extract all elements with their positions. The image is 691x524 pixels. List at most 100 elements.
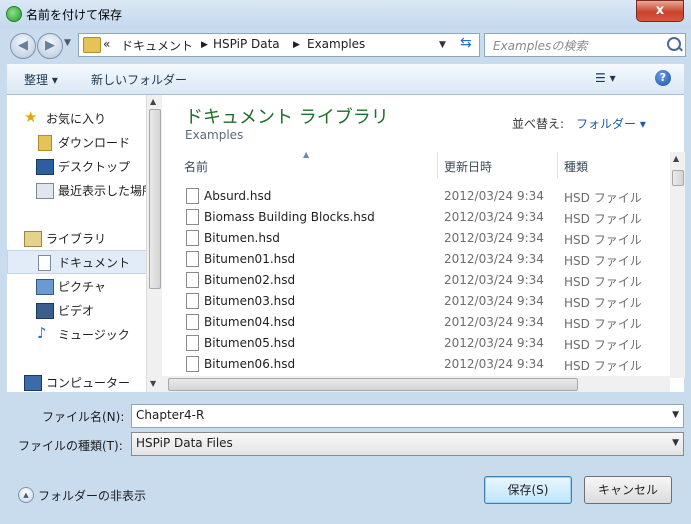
file-icon: [186, 272, 199, 288]
file-icon: [186, 230, 199, 246]
video-icon: [36, 303, 54, 319]
sort-dropdown[interactable]: フォルダー ▾: [576, 115, 646, 132]
file-type: HSD ファイル: [564, 296, 642, 310]
filename-dropdown-icon[interactable]: ▼: [672, 410, 679, 420]
save-button[interactable]: 保存(S): [484, 476, 572, 504]
breadcrumb-documents[interactable]: ドキュメント: [121, 37, 193, 54]
scroll-thumb[interactable]: [672, 170, 684, 186]
filename-input[interactable]: Chapter4-R ▼: [131, 404, 684, 428]
file-row[interactable]: Bitumen02.hsd 2012/03/24 9:34 HSD ファイル: [182, 270, 670, 291]
file-icon: [186, 209, 199, 225]
library-title: ドキュメント ライブラリ: [185, 107, 389, 128]
breadcrumb-hspip-data[interactable]: HSPiP Data: [213, 37, 280, 51]
filetype-dropdown-icon[interactable]: ▼: [672, 438, 679, 448]
file-name: Bitumen04.hsd: [204, 315, 296, 329]
music-icon: ♪: [37, 324, 47, 342]
navigation-scrollbar[interactable]: ▲ ▼: [146, 95, 162, 392]
file-type: HSD ファイル: [564, 254, 642, 268]
title-bar: 名前を付けて保存 x: [0, 0, 691, 28]
back-button[interactable]: ◀: [10, 33, 36, 59]
file-row[interactable]: Bitumen05.hsd 2012/03/24 9:34 HSD ファイル: [182, 333, 670, 354]
file-row[interactable]: Biomass Building Blocks.hsd 2012/03/24 9…: [182, 207, 670, 228]
column-divider[interactable]: [557, 152, 558, 178]
column-header-type[interactable]: 種類: [564, 158, 588, 178]
scroll-thumb[interactable]: [168, 378, 578, 391]
file-date: 2012/03/24 9:34: [444, 273, 544, 287]
scroll-thumb[interactable]: [149, 109, 161, 289]
window-title: 名前を付けて保存: [26, 8, 123, 22]
help-icon[interactable]: ?: [655, 70, 671, 86]
file-type: HSD ファイル: [564, 359, 642, 373]
sort-label: 並べ替え:: [512, 117, 565, 131]
file-type: HSD ファイル: [564, 338, 642, 352]
collapse-chevron-icon[interactable]: ▲: [18, 487, 34, 503]
cancel-button[interactable]: キャンセル: [584, 476, 672, 504]
filetype-label: ファイルの種類(T):: [18, 439, 123, 453]
file-row[interactable]: Bitumen01.hsd 2012/03/24 9:34 HSD ファイル: [182, 249, 670, 270]
file-icon: [186, 335, 199, 351]
back-arrow-icon: ◀: [18, 38, 28, 53]
column-header-name[interactable]: 名前: [184, 158, 208, 178]
file-name: Absurd.hsd: [204, 189, 272, 203]
picture-icon: [36, 279, 54, 295]
breadcrumb-separator-icon[interactable]: ▶: [201, 40, 208, 50]
star-icon: ★: [24, 108, 38, 126]
folder-icon: [38, 135, 52, 151]
file-type: HSD ファイル: [564, 233, 642, 247]
file-row[interactable]: Bitumen.hsd 2012/03/24 9:34 HSD ファイル: [182, 228, 670, 249]
file-icon: [186, 356, 199, 372]
file-date: 2012/03/24 9:34: [444, 252, 544, 266]
search-placeholder: Examplesの検索: [493, 39, 588, 53]
filename-value: Chapter4-R: [136, 408, 205, 422]
search-box[interactable]: Examplesの検索: [484, 33, 686, 57]
library-icon: [24, 231, 42, 247]
file-name: Bitumen05.hsd: [204, 336, 296, 350]
file-date: 2012/03/24 9:34: [444, 210, 544, 224]
file-row[interactable]: Bitumen04.hsd 2012/03/24 9:34 HSD ファイル: [182, 312, 670, 333]
new-folder-button[interactable]: 新しいフォルダー: [91, 71, 187, 88]
app-icon: [6, 6, 22, 22]
filetype-select[interactable]: HSPiP Data Files ▼: [131, 432, 684, 456]
breadcrumb-overflow[interactable]: «: [103, 37, 110, 51]
file-name: Bitumen01.hsd: [204, 252, 296, 266]
address-dropdown-icon[interactable]: ▼: [439, 40, 446, 50]
organize-button[interactable]: 整理 ▾: [24, 71, 58, 88]
search-icon[interactable]: [667, 37, 681, 51]
file-icon: [186, 188, 199, 204]
refresh-button[interactable]: ⇆: [455, 33, 479, 55]
file-list-vertical-scrollbar[interactable]: ▲: [670, 152, 685, 378]
file-type: HSD ファイル: [564, 191, 642, 205]
file-icon: [186, 251, 199, 267]
file-date: 2012/03/24 9:34: [444, 189, 544, 203]
view-options-button[interactable]: ☰ ▾: [595, 71, 616, 85]
address-bar[interactable]: « ドキュメント ▶ HSPiP Data ▶ Examples ▼: [78, 33, 480, 57]
file-name: Bitumen06.hsd: [204, 357, 296, 371]
file-date: 2012/03/24 9:34: [444, 231, 544, 245]
forward-arrow-icon: ▶: [45, 38, 55, 53]
file-date: 2012/03/24 9:34: [444, 315, 544, 329]
scroll-down-icon[interactable]: ▼: [150, 379, 156, 388]
file-name: Bitumen02.hsd: [204, 273, 296, 287]
scroll-up-icon[interactable]: ▲: [673, 154, 679, 163]
breadcrumb-separator-icon[interactable]: ▶: [293, 40, 300, 50]
recent-icon: [36, 183, 54, 199]
desktop-icon: [36, 159, 54, 175]
forward-button[interactable]: ▶: [37, 33, 63, 59]
file-type: HSD ファイル: [564, 275, 642, 289]
column-divider[interactable]: [437, 152, 438, 178]
file-row[interactable]: Absurd.hsd 2012/03/24 9:34 HSD ファイル: [182, 186, 670, 207]
file-list-horizontal-scrollbar[interactable]: [162, 376, 670, 392]
file-icon: [186, 293, 199, 309]
breadcrumb-examples[interactable]: Examples: [307, 37, 365, 51]
column-header-date[interactable]: 更新日時: [444, 158, 492, 178]
file-icon: [186, 314, 199, 330]
close-button[interactable]: x: [636, 0, 684, 22]
computer-icon: [24, 375, 42, 391]
command-bar: 整理 ▾ 新しいフォルダー ☰ ▾: [7, 64, 684, 95]
file-row[interactable]: Bitumen03.hsd 2012/03/24 9:34 HSD ファイル: [182, 291, 670, 312]
hide-folders-toggle[interactable]: フォルダーの非表示: [38, 487, 146, 504]
scroll-up-icon[interactable]: ▲: [150, 97, 156, 106]
history-dropdown-icon[interactable]: ▼: [64, 38, 71, 48]
file-row[interactable]: Bitumen06.hsd 2012/03/24 9:34 HSD ファイル: [182, 354, 670, 375]
file-type: HSD ファイル: [564, 212, 642, 226]
